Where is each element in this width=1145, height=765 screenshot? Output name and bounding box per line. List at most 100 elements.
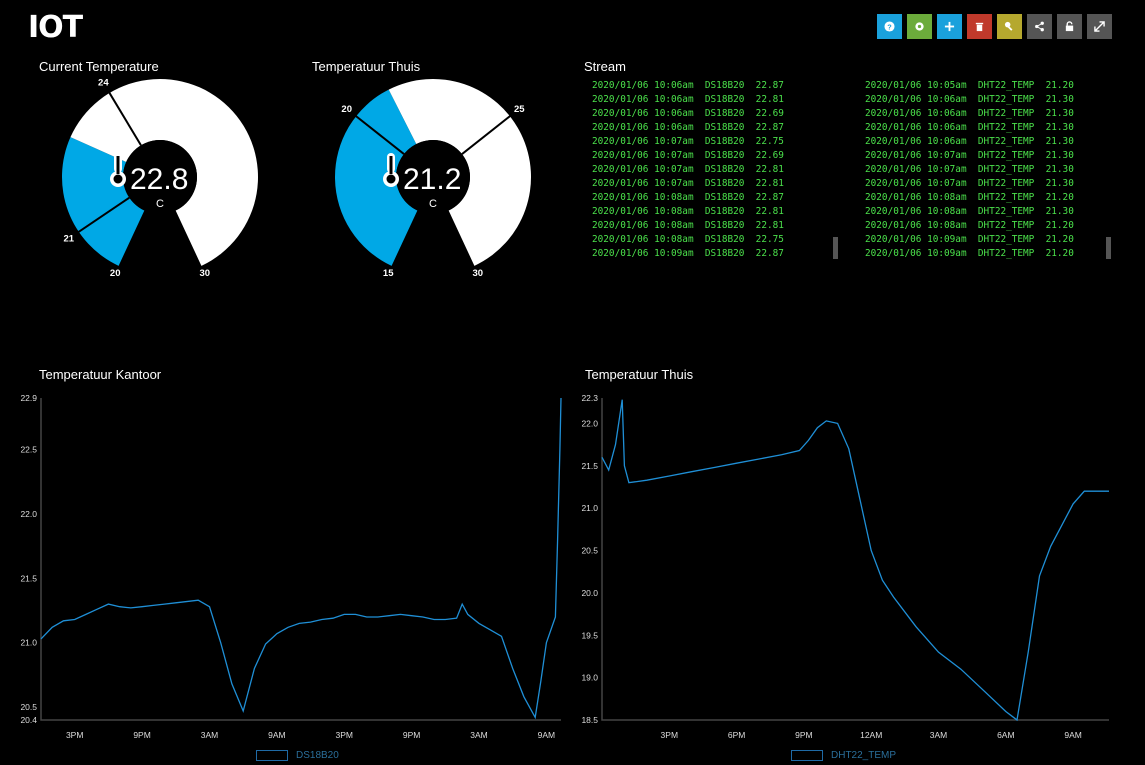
gauge-low-label: 21 (64, 234, 75, 245)
gauge-min-label: 20 (110, 268, 121, 279)
y-tick-label: 22.5 (20, 445, 37, 455)
question-icon: ? (884, 21, 895, 32)
stream-left-line: 2020/01/06 10:08am DS18B20 22.81 (592, 206, 784, 217)
stream-left-line: 2020/01/06 10:07am DS18B20 22.81 (592, 178, 784, 189)
gauge-max-label: 30 (473, 268, 484, 279)
svg-text:?: ? (887, 22, 892, 31)
stream-right-line: 2020/01/06 10:07am DHT22_TEMP 21.30 (865, 164, 1074, 175)
y-tick-label: 21.5 (581, 461, 598, 471)
x-tick-label: 3AM (930, 730, 947, 740)
share-icon (1035, 21, 1044, 32)
chart-legend-kantoor[interactable]: DS18B20 (256, 750, 339, 761)
stream-right-line: 2020/01/06 10:06am DHT22_TEMP 21.30 (865, 108, 1074, 119)
gauge-unit: C (156, 198, 164, 210)
y-tick-label: 18.5 (581, 715, 598, 725)
gauge-value: 21.2 (403, 163, 461, 196)
y-tick-label: 20.5 (20, 702, 37, 712)
x-tick-label: 3AM (201, 730, 218, 740)
x-tick-label: 3PM (66, 730, 83, 740)
y-tick-label: 19.5 (581, 630, 598, 640)
stream-title: Stream (584, 59, 626, 74)
stream-left-line: 2020/01/06 10:06am DS18B20 22.81 (592, 94, 784, 105)
stream-left-line: 2020/01/06 10:07am DS18B20 22.81 (592, 164, 784, 175)
legend-swatch (791, 750, 823, 761)
gear-icon (915, 22, 924, 31)
y-tick-label: 21.0 (20, 638, 37, 648)
chart-title-kantoor: Temperatuur Kantoor (39, 367, 162, 382)
fullscreen-button[interactable] (1087, 14, 1112, 39)
delete-button[interactable] (967, 14, 992, 39)
stream-right-line: 2020/01/06 10:09am DHT22_TEMP 21.20 (865, 234, 1074, 245)
gauge-value: 22.8 (130, 163, 188, 196)
legend-label: DS18B20 (296, 750, 339, 761)
share-button[interactable] (1027, 14, 1052, 39)
chart-axes (40, 398, 561, 721)
toolbar: ? (877, 14, 1112, 39)
stream-right-line: 2020/01/06 10:07am DHT22_TEMP 21.30 (865, 150, 1074, 161)
x-tick-label: 3AM (470, 730, 487, 740)
y-tick-label: 21.5 (20, 573, 37, 583)
gauge-max-label: 30 (200, 268, 211, 279)
y-tick-label: 19.0 (581, 673, 598, 683)
y-tick-label: 22.9 (20, 393, 37, 403)
y-tick-label: 22.0 (581, 418, 598, 428)
y-tick-label: 20.0 (581, 588, 598, 598)
x-tick-label: 3PM (335, 730, 352, 740)
stream-scrollbar-left[interactable] (833, 237, 838, 259)
y-tick-label: 20.5 (581, 546, 598, 556)
lock-icon (1065, 21, 1074, 32)
stream-log-left: 2020/01/06 10:06am DS18B20 22.87 2020/01/… (592, 79, 784, 261)
y-tick-label: 20.4 (20, 715, 37, 725)
stream-left-line: 2020/01/06 10:07am DS18B20 22.69 (592, 150, 784, 161)
stream-right-line: 2020/01/06 10:05am DHT22_TEMP 21.20 (865, 80, 1074, 91)
key-icon (1004, 21, 1013, 31)
help-button[interactable]: ? (877, 14, 902, 39)
x-tick-label: 9AM (538, 730, 555, 740)
stream-right-line: 2020/01/06 10:07am DHT22_TEMP 21.30 (865, 178, 1074, 189)
stream-log-right: 2020/01/06 10:05am DHT22_TEMP 21.20 2020/… (865, 79, 1074, 261)
x-tick-label: 6AM (997, 730, 1014, 740)
settings-button[interactable] (907, 14, 932, 39)
lock-button[interactable] (1057, 14, 1082, 39)
expand-icon (1094, 21, 1105, 32)
stream-left-line: 2020/01/06 10:08am DS18B20 22.75 (592, 234, 784, 245)
stream-right-line: 2020/01/06 10:09am DHT22_TEMP 21.20 (865, 248, 1074, 259)
gauge-high-label: 25 (514, 104, 525, 115)
chart-legend-thuis[interactable]: DHT22_TEMP (791, 750, 896, 761)
stream-left-line: 2020/01/06 10:09am DS18B20 22.87 (592, 248, 784, 259)
chart-axes (601, 398, 1109, 721)
line-chart-kantoor: 22.9 22.5 22.0 21.5 21.0 20.5 20.4 3PM 9PM 3AM 9AM… (20, 393, 562, 740)
stream-right-line: 2020/01/06 10:08am DHT22_TEMP 21.30 (865, 206, 1074, 217)
stream-left-line: 2020/01/06 10:07am DS18B20 22.75 (592, 136, 784, 147)
trash-icon (975, 22, 984, 32)
gauge-current-temperature: 22.8 C 20 30 21 24 (61, 78, 258, 279)
x-tick-label: 9PM (133, 730, 150, 740)
stream-left-line: 2020/01/06 10:08am DS18B20 22.87 (592, 192, 784, 203)
x-tick-label: 6PM (728, 730, 745, 740)
stream-right-line: 2020/01/06 10:06am DHT22_TEMP 21.30 (865, 136, 1074, 147)
stream-scrollbar-right[interactable] (1106, 237, 1111, 259)
key-button[interactable] (997, 14, 1022, 39)
x-tick-label: 9AM (1064, 730, 1081, 740)
stream-left-line: 2020/01/06 10:06am DS18B20 22.87 (592, 80, 784, 91)
gauge-unit: C (429, 198, 437, 210)
plus-icon (944, 21, 955, 32)
gauge-high-label: 24 (98, 78, 109, 89)
x-tick-label: 12AM (860, 730, 882, 740)
chart-title-thuis: Temperatuur Thuis (585, 367, 694, 382)
series-line (40, 397, 562, 720)
stream-right-line: 2020/01/06 10:06am DHT22_TEMP 21.30 (865, 94, 1074, 105)
stream-right-line: 2020/01/06 10:06am DHT22_TEMP 21.30 (865, 122, 1074, 133)
stream-right-line: 2020/01/06 10:08am DHT22_TEMP 21.20 (865, 220, 1074, 231)
y-tick-label: 21.0 (581, 503, 598, 513)
x-tick-label: 3PM (661, 730, 678, 740)
y-tick-label: 22.0 (20, 509, 37, 519)
x-tick-label: 9AM (268, 730, 285, 740)
stream-left-line: 2020/01/06 10:06am DS18B20 22.87 (592, 122, 784, 133)
app-title: IOT (28, 10, 83, 45)
add-button[interactable] (937, 14, 962, 39)
y-tick-label: 22.3 (581, 393, 598, 403)
stream-left-line: 2020/01/06 10:08am DS18B20 22.81 (592, 220, 784, 231)
stream-right-line: 2020/01/06 10:08am DHT22_TEMP 21.20 (865, 192, 1074, 203)
gauge-low-label: 20 (341, 104, 352, 115)
